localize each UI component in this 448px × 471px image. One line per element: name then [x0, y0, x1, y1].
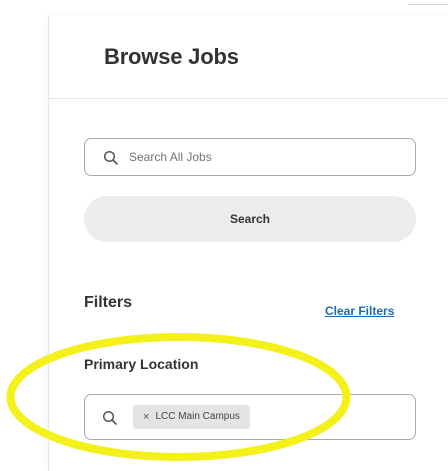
close-icon[interactable]: ×: [143, 405, 149, 429]
filters-heading: Filters: [84, 294, 133, 311]
search-icon: [103, 150, 118, 165]
search-icon: [102, 410, 117, 425]
location-chip: × LCC Main Campus: [133, 405, 250, 429]
page-title: Browse Jobs: [104, 44, 239, 69]
primary-location-field[interactable]: × LCC Main Campus: [84, 394, 416, 440]
search-input[interactable]: [129, 150, 389, 164]
panel-header: Browse Jobs: [49, 16, 448, 99]
search-field[interactable]: [84, 138, 416, 176]
search-button[interactable]: Search: [84, 196, 416, 242]
top-divider: [408, 4, 448, 5]
clear-filters-link[interactable]: Clear Filters: [325, 304, 394, 318]
chip-label: LCC Main Campus: [155, 411, 240, 422]
page: Browse Jobs Search Filters Clear Filters…: [0, 0, 448, 471]
browse-jobs-panel: Browse Jobs Search Filters Clear Filters…: [48, 16, 448, 471]
primary-location-label: Primary Location: [84, 356, 199, 372]
